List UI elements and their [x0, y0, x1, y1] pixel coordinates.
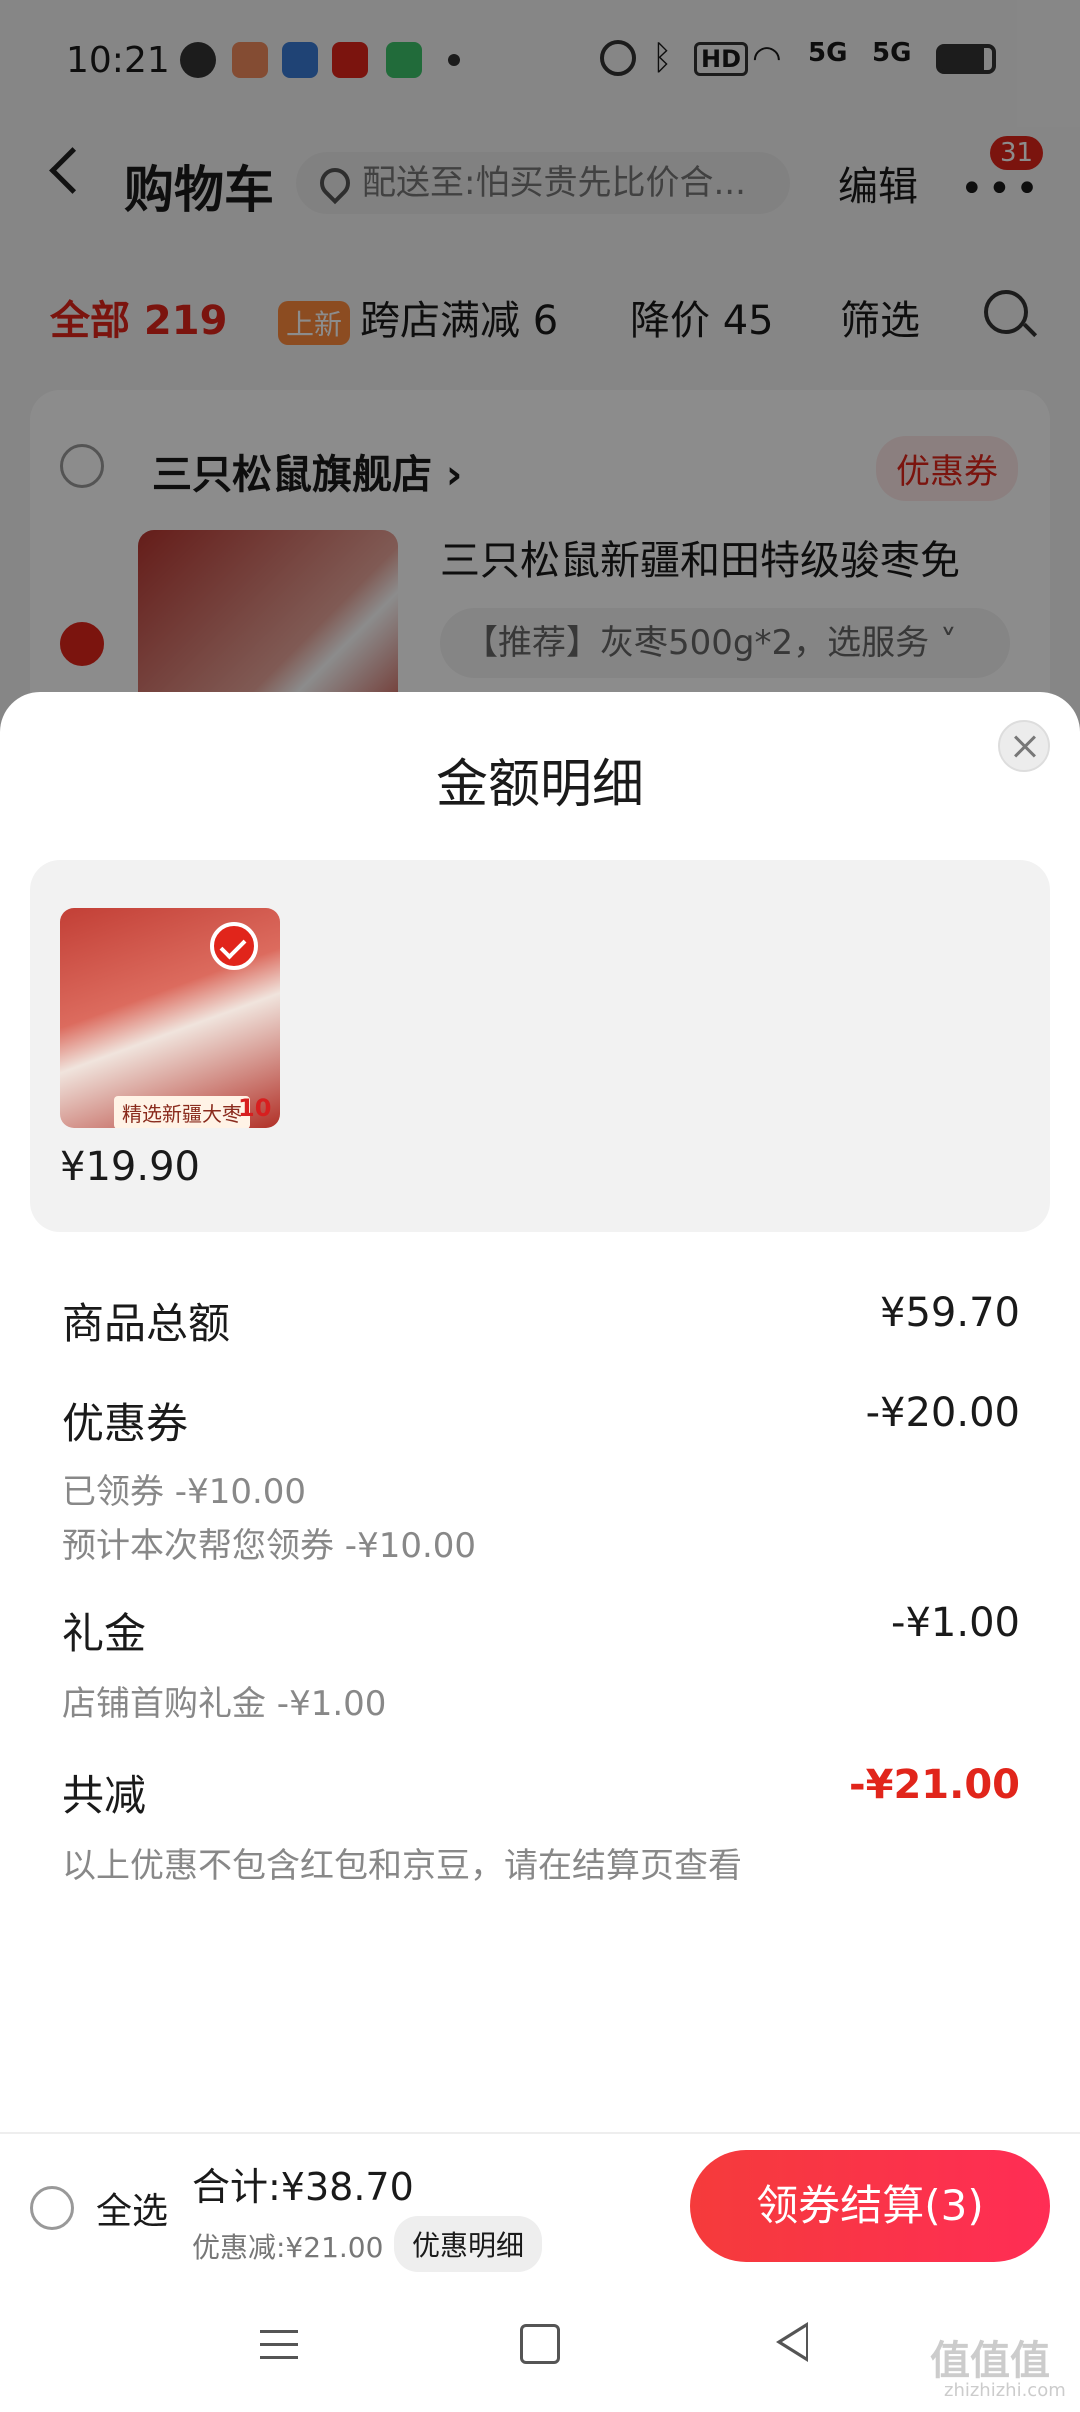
coupon-value: -¥20.00: [865, 1390, 1020, 1436]
checkout-bar: 全选 合计:¥38.70 优惠减:¥21.00 优惠明细 领券结算(3): [0, 2132, 1080, 2280]
coupon-estimated: 预计本次帮您领券 -¥10.00: [62, 1526, 477, 1566]
gift-label: 礼金: [62, 1609, 147, 1658]
checked-icon: [210, 922, 258, 970]
gift-detail: 店铺首购礼金 -¥1.00: [62, 1684, 387, 1724]
back-icon[interactable]: [776, 2322, 808, 2362]
selected-items-box: 精选新疆大枣 10 ¥19.90: [30, 860, 1050, 1232]
select-all-label[interactable]: 全选: [96, 2182, 168, 2234]
system-nav-bar: [0, 2278, 1080, 2412]
item-price: ¥19.90: [60, 1144, 200, 1190]
goods-total-value: ¥59.70: [880, 1290, 1020, 1336]
total-cut-value: -¥21.00: [849, 1762, 1020, 1808]
discount-note: 以上优惠不包含红包和京豆，请在结算页查看: [62, 1846, 742, 1886]
gift-value: -¥1.00: [891, 1600, 1020, 1646]
checkout-button[interactable]: 领券结算(3): [690, 2150, 1050, 2262]
product-thumbnail[interactable]: 精选新疆大枣 10: [60, 908, 280, 1128]
home-icon[interactable]: [520, 2324, 560, 2364]
close-icon[interactable]: [998, 720, 1050, 772]
watermark-url: zhizhizhi.com: [944, 2380, 1066, 2401]
thumbnail-number: 10: [238, 1094, 272, 1122]
watermark-logo: 值值值: [930, 2338, 1050, 2384]
select-all-checkbox[interactable]: [30, 2186, 74, 2230]
coupon-label: 优惠券: [62, 1399, 189, 1448]
saved-amount: 优惠减:¥21.00: [192, 2231, 384, 2264]
thumbnail-caption: 精选新疆大枣: [114, 1096, 250, 1128]
amount-detail-sheet: 金额明细 精选新疆大枣 10 ¥19.90 商品总额 ¥59.70 优惠券 -¥…: [0, 692, 1080, 2132]
recent-apps-icon[interactable]: [260, 2330, 298, 2369]
total-cut-label: 共减: [62, 1771, 147, 1820]
total-amount: 合计:¥38.70: [192, 2165, 414, 2209]
coupon-claimed: 已领券 -¥10.00: [62, 1472, 307, 1512]
sheet-title: 金额明细: [435, 755, 644, 815]
goods-total-label: 商品总额: [62, 1299, 231, 1348]
discount-detail-button[interactable]: 优惠明细: [394, 2216, 543, 2272]
